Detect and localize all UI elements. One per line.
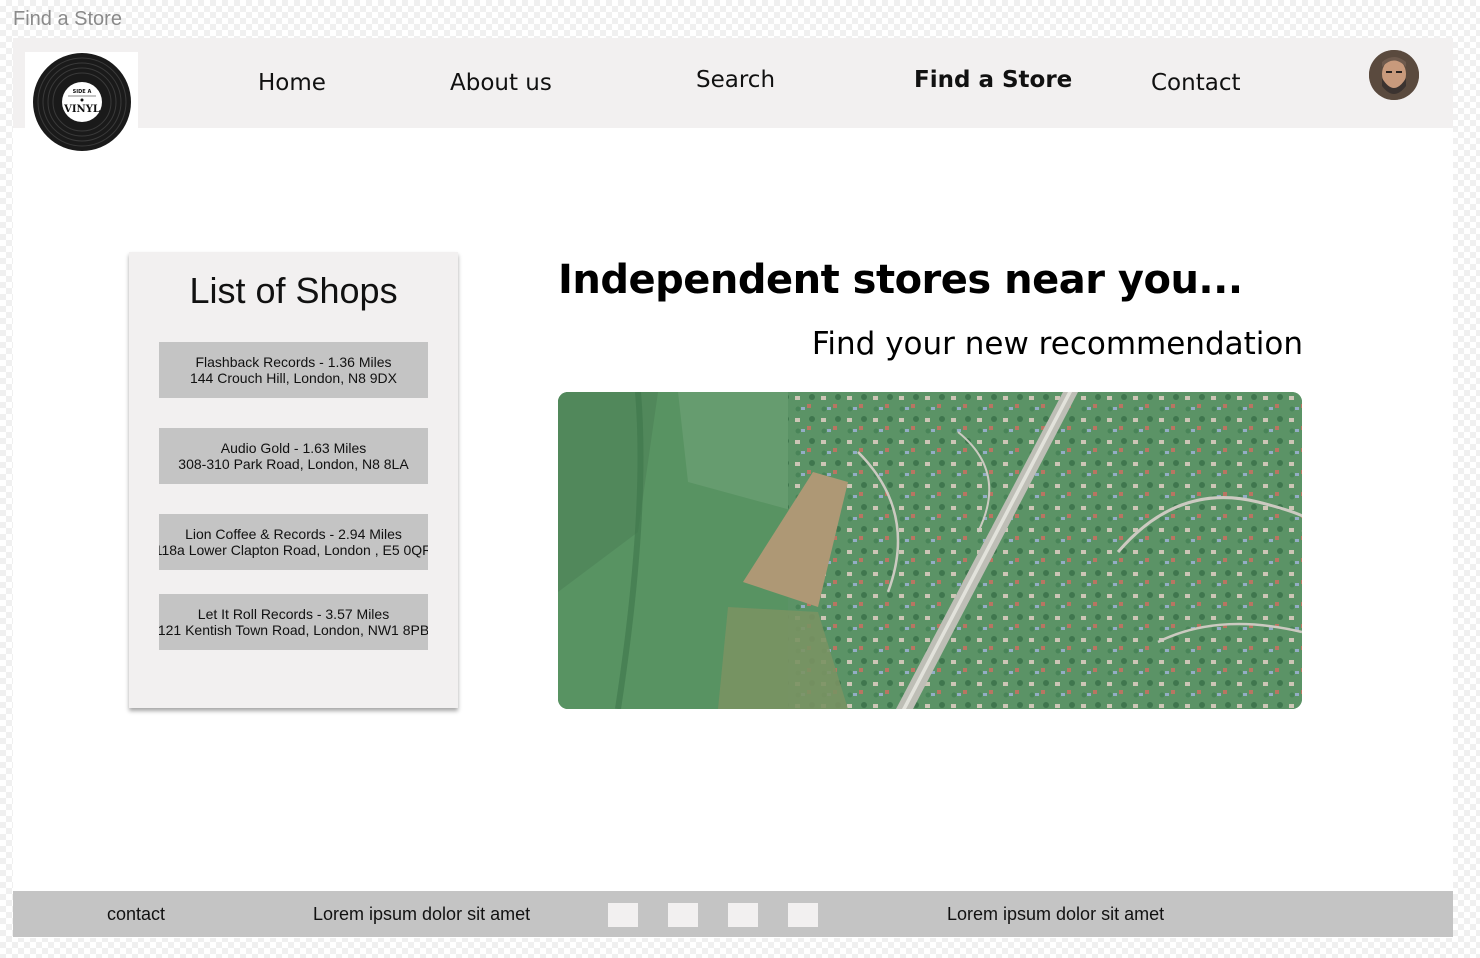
page-frame: SIDE A VINYL Home About us Search Find a… [13,38,1453,938]
logo[interactable]: SIDE A VINYL [25,52,138,152]
user-avatar [1369,50,1419,100]
social-icon-4[interactable] [788,903,818,927]
nav-find-a-store[interactable]: Find a Store [914,67,1072,93]
shop-item-button[interactable]: Audio Gold - 1.63 Miles 308-310 Park Roa… [159,428,428,484]
shops-list-title: List of Shops [189,270,398,311]
shop-item-name: Let It Roll Records - 3.57 Miles [197,606,390,622]
navbar: SIDE A VINYL Home About us Search Find a… [13,38,1453,152]
shop-item-name: Flashback Records - 1.36 Miles [195,354,392,370]
shop-item-address: 118a Lower Clapton Road, London , E5 0QR [159,542,428,558]
shops-list-panel: List of Shops Flashback Records - 1.36 M… [129,252,458,708]
social-icon-3[interactable] [728,903,758,927]
nav-search[interactable]: Search [696,67,775,93]
nav-about-us[interactable]: About us [450,70,552,96]
shop-item-button[interactable]: Lion Coffee & Records - 2.94 Miles 118a … [159,514,428,570]
page-subheadline: Find your new recommendation [811,326,1303,362]
aerial-map-image [558,392,1302,709]
social-icon-1[interactable] [608,903,638,927]
footer-text-left: Lorem ipsum dolor sit amet [313,904,531,924]
footer-text-right: Lorem ipsum dolor sit amet [947,904,1165,924]
page-headline: Independent stores near you... [558,257,1243,303]
social-icon-2[interactable] [668,903,698,927]
logo-side-label: SIDE A [72,89,91,95]
footer-contact-link[interactable]: contact [107,904,165,925]
shop-item-button[interactable]: Flashback Records - 1.36 Miles 144 Crouc… [159,342,428,398]
map-image[interactable] [558,392,1302,709]
vinyl-record-icon: SIDE A VINYL [32,53,131,151]
shop-item-name: Lion Coffee & Records - 2.94 Miles [185,526,402,542]
frame-label: Find a Store [13,8,122,30]
footer: contact Lorem ipsum dolor sit amet Lorem… [13,891,1453,937]
shop-item-address: 144 Crouch Hill, London, N8 9DX [189,370,397,386]
shop-item-address: 121 Kentish Town Road, London, NW1 8PB [159,622,428,638]
shop-item-name: Audio Gold - 1.63 Miles [220,440,367,456]
shop-item-button[interactable]: Let It Roll Records - 3.57 Miles 121 Ken… [159,594,428,650]
shop-item-address: 308-310 Park Road, London, N8 8LA [178,456,409,472]
avatar[interactable] [1369,50,1419,100]
nav-home[interactable]: Home [258,70,326,96]
logo-brand-label: VINYL [63,104,100,115]
nav-contact[interactable]: Contact [1151,70,1240,96]
